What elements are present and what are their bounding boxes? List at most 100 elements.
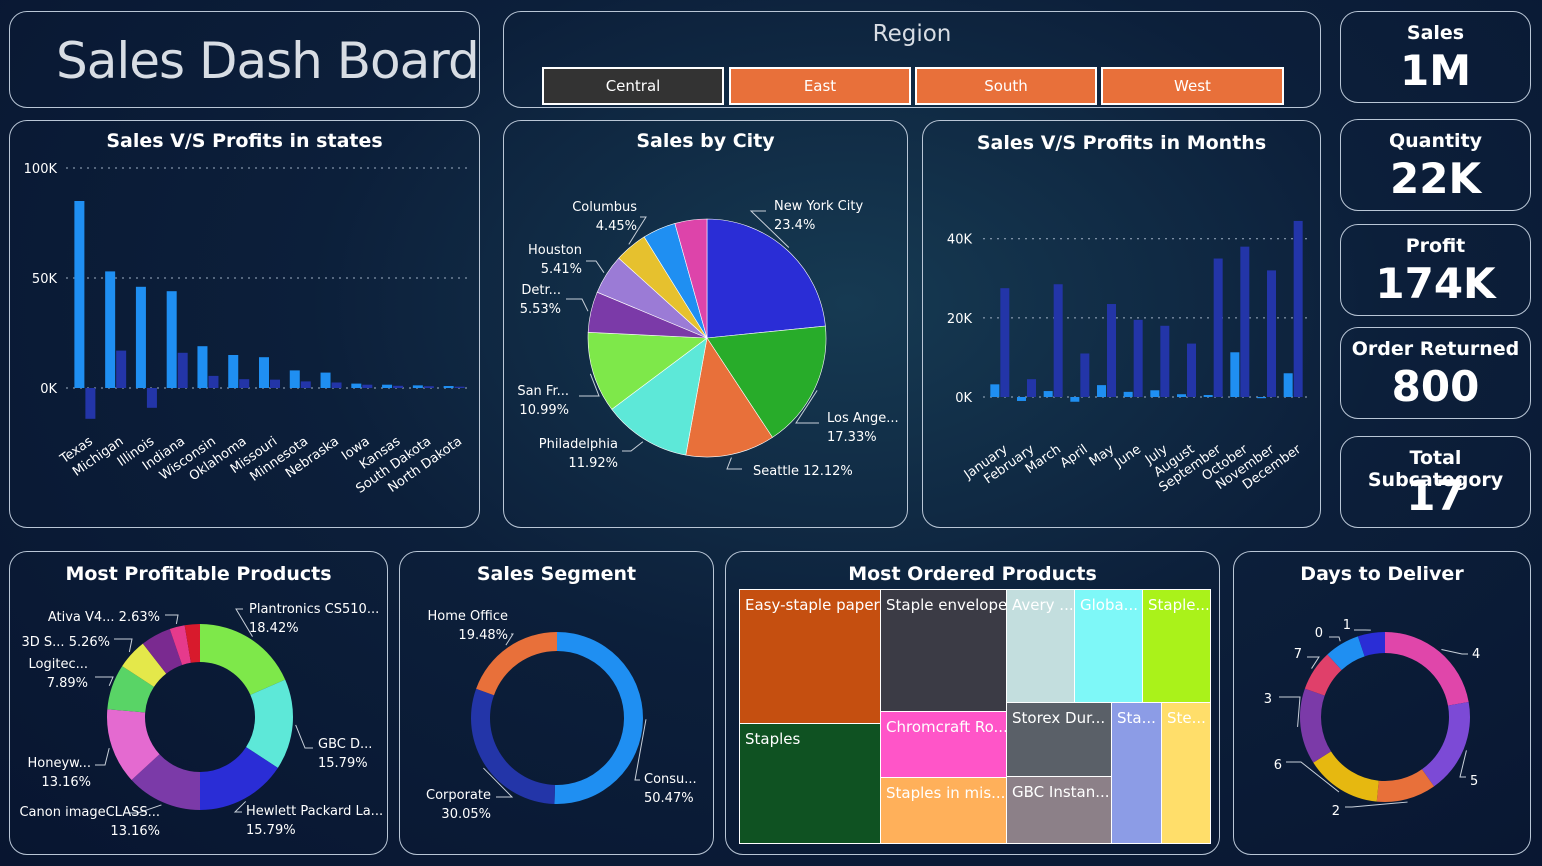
leader-line — [233, 801, 247, 813]
bar — [1150, 390, 1160, 397]
treemap-cell[interactable]: Storex Dur... — [1006, 702, 1112, 777]
dashboard-title: Sales Dash Board — [56, 32, 480, 90]
slice-label: 3 — [1264, 692, 1272, 707]
slice-pct: 7.89% — [47, 676, 88, 691]
slice-pct: 11.92% — [568, 456, 618, 471]
bar — [166, 291, 177, 388]
treemap-cell[interactable]: Avery ... — [1006, 589, 1075, 703]
treemap-cell[interactable]: Staples — [739, 723, 881, 844]
slice-pct: 15.79% — [318, 756, 368, 771]
slice-pct: 15.79% — [246, 823, 296, 838]
bar — [177, 352, 188, 388]
kpi-label: Sales — [1406, 22, 1465, 44]
city-pie-chart[interactable]: New York City 23.4% Los Ange... 17.33% Seatt… — [504, 121, 907, 527]
bar — [412, 385, 423, 388]
bar — [146, 388, 157, 408]
segment-donut-chart[interactable]: Consu... 50.47% Corporate 30.05% Home Office… — [400, 552, 713, 854]
kpi-label: Profit — [1405, 235, 1466, 257]
bar — [1257, 397, 1266, 399]
slice-pct: 19.48% — [458, 628, 508, 643]
leader-line — [586, 260, 605, 273]
bar — [393, 385, 404, 388]
slice-pct: 18.42% — [249, 621, 299, 636]
slice-label: GBC D... — [318, 737, 372, 752]
months-bar-chart[interactable]: 40K20K0KJanuaryFebruaryMarchAprilMayJune… — [923, 121, 1320, 527]
kpi-quantity: Quantity 22K — [1340, 119, 1531, 211]
bar — [208, 375, 219, 388]
slice-label: New York City — [774, 199, 863, 214]
bar — [116, 350, 127, 388]
bar — [1283, 373, 1293, 397]
bar — [1187, 343, 1196, 397]
profitable-donut-chart[interactable]: Plantronics CS510... 18.42% GBC D... 15.79%… — [10, 552, 387, 854]
y-tick-label: 40K — [947, 233, 973, 248]
treemap-cell[interactable]: Chromcraft Ro... — [880, 711, 1007, 778]
slice-label: 0 — [1315, 626, 1323, 641]
bar — [1267, 270, 1276, 397]
region-label: Region — [872, 21, 952, 47]
deliver-chart-card: Days to Deliver 45263701 — [1233, 551, 1531, 855]
slice-pct: 23.4% — [774, 218, 815, 233]
region-option-central[interactable]: Central — [542, 67, 724, 105]
region-option-east[interactable]: East — [729, 67, 911, 105]
treemap-cell[interactable]: Sta... — [1111, 702, 1162, 844]
slice-pct: 5.41% — [541, 262, 582, 277]
kpi-value: 22K — [1390, 154, 1481, 203]
leader-line — [622, 441, 644, 452]
x-tick-label: April — [1058, 442, 1091, 471]
treemap-cell[interactable]: Staple... — [1142, 589, 1211, 703]
deliver-donut-chart[interactable]: 4 5 2 6 3 70 1 — [1234, 552, 1530, 854]
leader-line — [165, 614, 179, 625]
slice-label: 4 — [1472, 647, 1480, 662]
slice-pct: 30.05% — [441, 807, 491, 822]
slice-pct: 5.53% — [520, 302, 561, 317]
treemap-cell[interactable]: Staples in mis... — [880, 777, 1007, 844]
segment-chart-card: Sales Segment Consu... 50.47% Corporate 30.… — [399, 551, 714, 855]
slice-label: Detr... — [521, 283, 561, 298]
ordered-treemap[interactable]: Easy-staple paper Staples Staple envelop… — [739, 589, 1211, 844]
slice-pct: 10.99% — [519, 403, 569, 418]
states-bar-chart[interactable]: 100K50K0KTexasMichiganIllinoisIndianaWis… — [10, 121, 479, 527]
slice-label: Philadelphia — [539, 437, 618, 452]
leader-line — [1441, 648, 1468, 655]
treemap-cell[interactable]: Ste... — [1161, 702, 1211, 844]
slice-label: Consu... — [644, 772, 697, 787]
treemap-cell[interactable]: Easy-staple paper — [739, 589, 881, 724]
bar — [228, 355, 239, 388]
bar — [1000, 288, 1010, 397]
slice-label: 2 — [1332, 804, 1340, 819]
bar — [351, 383, 362, 388]
bar — [1133, 319, 1143, 397]
bar — [362, 384, 373, 388]
kpi-value: 1M — [1399, 46, 1472, 95]
bar — [423, 386, 434, 388]
slice-label: Logitec... — [29, 657, 88, 672]
slice-label: Ativa V4... 2.63% — [48, 610, 160, 625]
kpi-value: 174K — [1375, 259, 1496, 308]
bar — [1043, 391, 1053, 397]
treemap-cell[interactable]: Globa... — [1074, 589, 1143, 703]
ordered-chart-card: Most Ordered Products Easy-staple paper … — [725, 551, 1220, 855]
bar — [270, 379, 280, 388]
leader-line — [566, 298, 589, 312]
chart-title: Most Ordered Products — [848, 563, 1097, 585]
kpi-sales: Sales 1M — [1340, 11, 1531, 103]
bar — [1070, 397, 1080, 402]
pie-slice — [1385, 632, 1469, 706]
leader-line — [1345, 801, 1408, 808]
slice-label: Corporate — [426, 788, 491, 803]
region-option-west[interactable]: West — [1101, 67, 1284, 105]
y-tick-label: 50K — [32, 272, 58, 287]
region-option-south[interactable]: South — [915, 67, 1097, 105]
slice-label: 5 — [1470, 774, 1478, 789]
leader-line — [95, 748, 110, 766]
y-tick-label: 0K — [40, 382, 57, 397]
bar — [259, 357, 269, 388]
bar — [85, 388, 96, 419]
treemap-cell[interactable]: Staple envelope — [880, 589, 1007, 712]
kpi-order-returned: Order Returned 800 — [1340, 327, 1531, 419]
treemap-cell[interactable]: GBC Instan... — [1006, 776, 1112, 844]
bar — [1213, 258, 1223, 397]
title-card: Sales Dash Board — [9, 11, 480, 108]
pie-slice — [1421, 701, 1470, 787]
